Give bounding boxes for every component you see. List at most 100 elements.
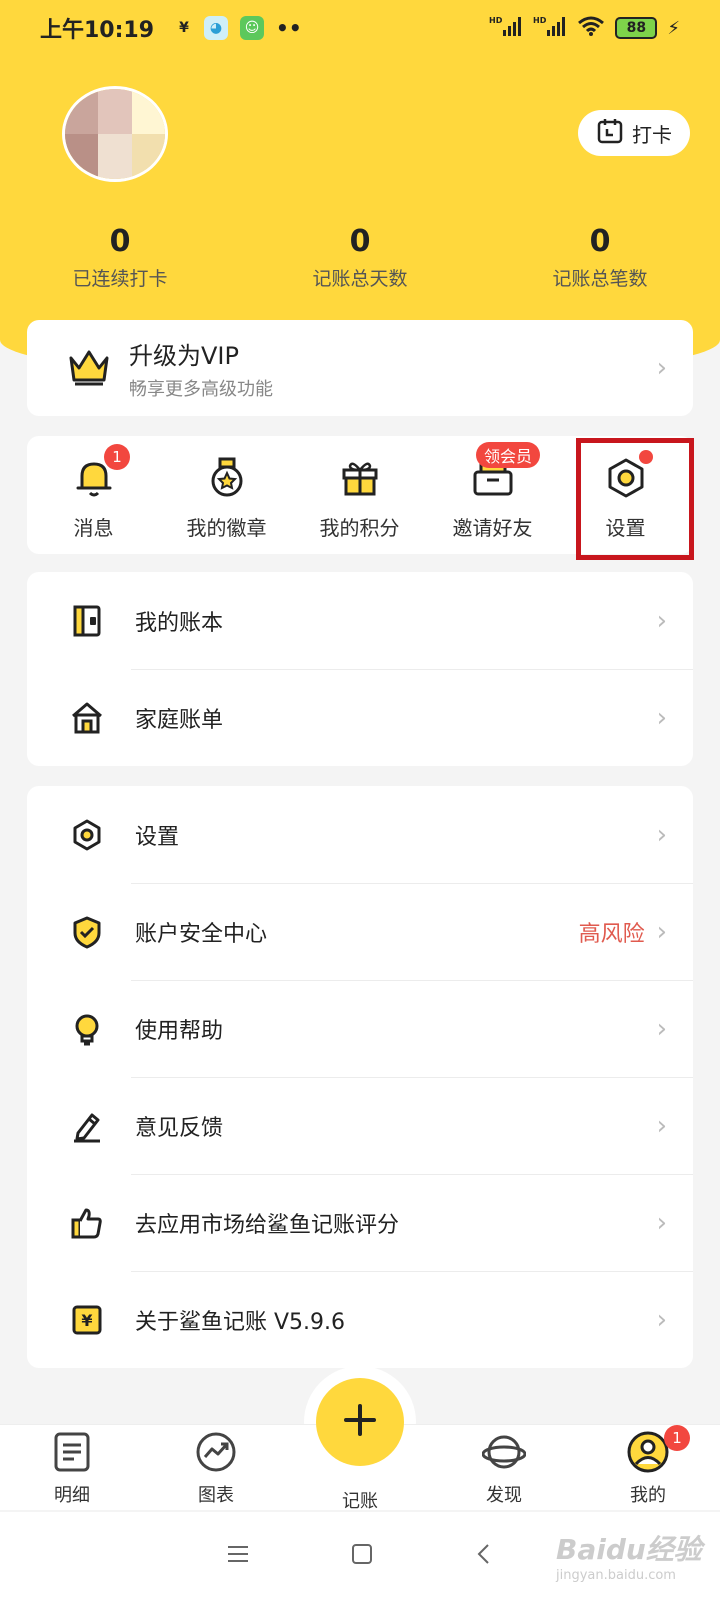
user-icon — [627, 1431, 669, 1477]
list-item-about[interactable]: ¥ 关于鲨鱼记账 V5.9.6 › — [27, 1271, 693, 1368]
tab-label: 发现 — [486, 1485, 522, 1506]
checkin-label: 打卡 — [632, 122, 672, 147]
list-item-label: 去应用市场给鲨鱼记账评分 — [135, 1212, 400, 1238]
stat-label: 已连续打卡 — [72, 268, 168, 290]
watermark-url: jingyan.baidu.com — [556, 1568, 676, 1583]
list-item-label: 意见反馈 — [135, 1115, 224, 1141]
signal-icon-2: HD — [533, 15, 567, 41]
app-notification-icon: ◕ — [204, 16, 229, 40]
more-notifications-icon: •• — [276, 16, 302, 40]
quick-action-label: 我的积分 — [319, 516, 400, 540]
vip-promo-badge: 领会员 — [476, 442, 541, 468]
gift-icon — [338, 456, 382, 504]
chevron-right-icon: › — [656, 1013, 667, 1044]
chevron-right-icon: › — [656, 605, 667, 636]
list-item-rate-app[interactable]: 去应用市场给鲨鱼记账评分 › — [27, 1174, 693, 1271]
notification-badge: 1 — [664, 1425, 690, 1451]
chart-icon — [195, 1431, 237, 1477]
stat-value: 0 — [349, 224, 371, 259]
pencil-icon — [67, 1106, 107, 1146]
planet-icon — [481, 1431, 527, 1477]
tab-label: 图表 — [198, 1485, 234, 1506]
list-item-security[interactable]: 账户安全中心 高风险 › — [27, 883, 693, 980]
chevron-right-icon: › — [656, 353, 667, 383]
gear-icon — [67, 815, 107, 855]
document-icon — [52, 1431, 92, 1477]
list-item-label: 设置 — [135, 824, 180, 850]
stat-total-days[interactable]: 0 记账总天数 — [240, 222, 480, 291]
tab-charts[interactable]: 图表 — [144, 1425, 288, 1510]
risk-status-label: 高风险 — [578, 921, 645, 947]
quick-action-invite[interactable]: 领会员 邀请好友 — [426, 436, 559, 554]
tab-label: 记账 — [342, 1491, 378, 1512]
vip-banner[interactable]: 升级为VIP 畅享更多高级功能 › — [27, 320, 693, 416]
list-item-label: 我的账本 — [135, 610, 224, 636]
list-item-label: 使用帮助 — [135, 1018, 224, 1044]
stat-value: 0 — [109, 224, 131, 259]
battery-icon: 88 — [615, 17, 658, 39]
stat-label: 记账总笔数 — [552, 268, 648, 290]
list-item-help[interactable]: 使用帮助 › — [27, 980, 693, 1077]
quick-action-points[interactable]: 我的积分 — [293, 436, 426, 554]
svg-text:HD: HD — [489, 16, 503, 25]
shield-icon — [67, 912, 107, 952]
calendar-icon — [596, 117, 624, 150]
quick-action-label: 我的徽章 — [186, 516, 267, 540]
house-icon — [67, 698, 107, 738]
tab-mine[interactable]: 1 我的 — [576, 1425, 720, 1510]
tab-details[interactable]: 明细 — [0, 1425, 144, 1510]
settings-list: 设置 › 账户安全中心 高风险 › 使用帮助 › 意见反馈 › 去应用市场给鲨鱼… — [27, 786, 693, 1368]
watermark: Baidu经验 — [556, 1533, 702, 1566]
list-item-label: 关于鲨鱼记账 V5.9.6 — [135, 1309, 346, 1335]
list-item-my-ledger[interactable]: 我的账本 › — [27, 572, 693, 669]
checkin-button[interactable]: 打卡 — [578, 110, 690, 156]
ledger-list: 我的账本 › 家庭账单 › — [27, 572, 693, 766]
list-item-label: 家庭账单 — [135, 707, 224, 733]
home-square-icon[interactable] — [350, 1542, 374, 1570]
tab-label: 我的 — [630, 1485, 666, 1506]
avatar[interactable] — [62, 86, 168, 182]
chevron-right-icon: › — [656, 819, 667, 850]
list-item-family-bill[interactable]: 家庭账单 › — [27, 669, 693, 766]
chevron-right-icon: › — [656, 1207, 667, 1238]
stat-label: 记账总天数 — [312, 268, 408, 290]
bulb-icon — [67, 1009, 107, 1049]
list-item-feedback[interactable]: 意见反馈 › — [27, 1077, 693, 1174]
plus-icon — [342, 1402, 378, 1442]
add-entry-button[interactable] — [316, 1378, 404, 1466]
back-icon[interactable] — [474, 1542, 494, 1570]
crown-icon — [67, 346, 111, 390]
vip-title: 升级为VIP — [129, 341, 239, 370]
yen-notification-icon: ¥ — [179, 20, 189, 36]
ledger-icon — [67, 601, 107, 641]
medal-icon — [205, 456, 249, 504]
chevron-right-icon: › — [656, 702, 667, 733]
stat-total-entries[interactable]: 0 记账总笔数 — [480, 222, 720, 291]
list-item-label: 账户安全中心 — [135, 921, 268, 947]
svg-text:¥: ¥ — [81, 1311, 92, 1330]
stat-value: 0 — [589, 224, 611, 259]
chevron-right-icon: › — [656, 1304, 667, 1335]
status-bar: 上午10:19 ¥ ◕ ☺ •• HD HD 88 ⚡ — [0, 0, 720, 56]
tab-discover[interactable]: 发现 — [432, 1425, 576, 1510]
quick-action-messages[interactable]: 1 消息 — [27, 436, 160, 554]
yen-icon: ¥ — [67, 1300, 107, 1340]
tab-label: 明细 — [54, 1485, 90, 1506]
thumbs-up-icon — [67, 1203, 107, 1243]
signal-icon: HD — [489, 15, 523, 41]
chevron-right-icon: › — [656, 916, 667, 947]
list-item-settings[interactable]: 设置 › — [27, 786, 693, 883]
wifi-icon — [577, 15, 605, 41]
charging-icon: ⚡ — [667, 17, 680, 39]
status-time: 上午10:19 — [40, 18, 155, 43]
quick-action-label: 消息 — [73, 516, 114, 540]
chevron-right-icon: › — [656, 1110, 667, 1141]
stats-row: 0 已连续打卡 0 记账总天数 0 记账总笔数 — [0, 222, 720, 291]
vip-subtitle: 畅享更多高级功能 — [129, 378, 273, 400]
menu-icon[interactable] — [226, 1543, 250, 1569]
settings-highlight-box — [576, 438, 694, 560]
quick-action-badges[interactable]: 我的徽章 — [160, 436, 293, 554]
stat-streak[interactable]: 0 已连续打卡 — [0, 222, 240, 291]
svg-text:HD: HD — [533, 16, 547, 25]
notification-badge: 1 — [104, 444, 130, 470]
